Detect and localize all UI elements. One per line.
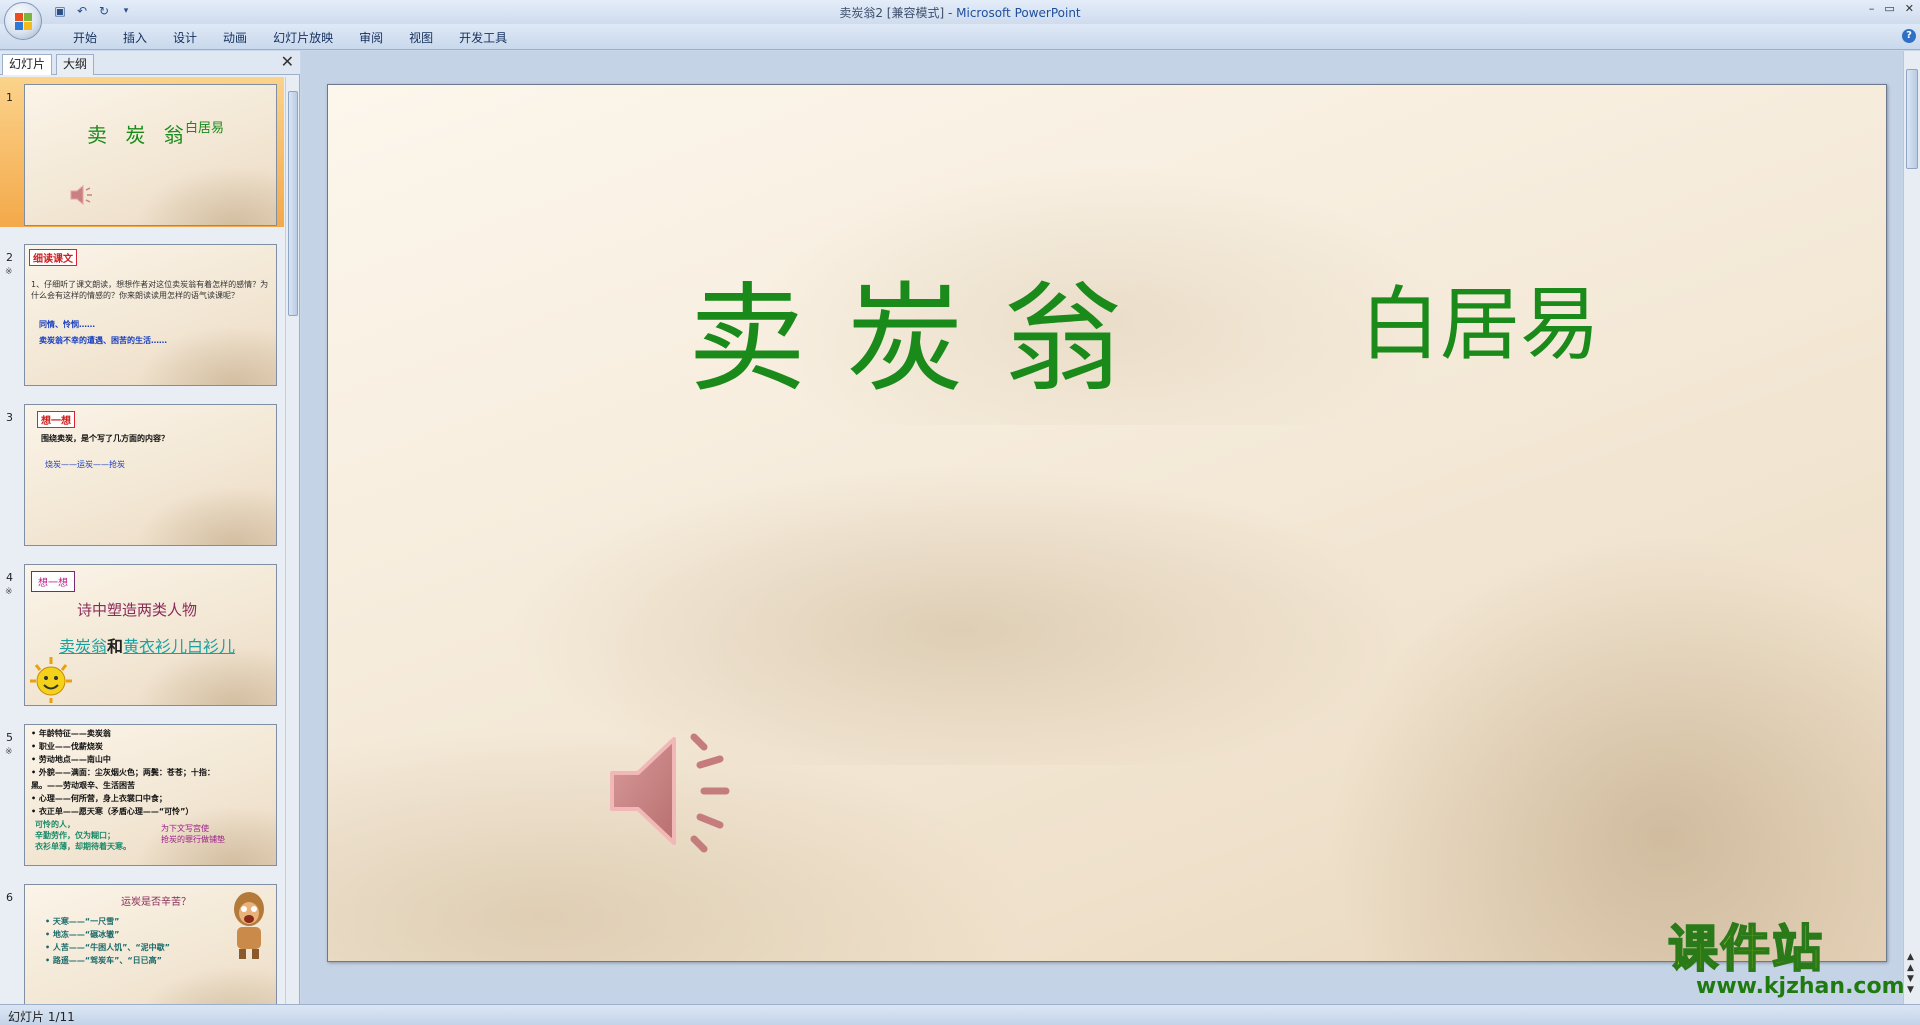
thumb-purple-text: 为下文写宫使 抢炭的罪行做铺垫	[161, 824, 225, 844]
window-controls: – ▭ ✕	[1869, 2, 1914, 15]
thumbnail-row-4[interactable]: 4 ※ 想一想 诗中塑造两类人物 卖炭翁和黄衣衫儿白衫儿	[0, 557, 284, 707]
slide-thumbnail-5[interactable]: • 年龄特征——卖炭翁 • 职业——伐薪烧炭 • 劳动地点——南山中 • 外貌—…	[24, 724, 277, 866]
tab-design[interactable]: 设计	[160, 29, 210, 47]
animation-icon: ※	[5, 587, 13, 597]
slide-title[interactable]: 卖炭翁	[688, 280, 1162, 398]
slide-scrollbar[interactable]: ▲ ▲ ▼ ▼	[1903, 51, 1920, 1004]
tab-slides[interactable]: 幻灯片	[2, 54, 53, 75]
thumbnail-row-1[interactable]: 1 卖 炭 翁 白居易	[0, 77, 284, 227]
thumb-bullets: • 天寒——“一尺雪” • 地冻——“碾冰辙” • 人苦——“牛困人饥”、“泥中…	[45, 917, 170, 965]
watermark-text: 课件站	[1667, 920, 1824, 978]
slide-number: 4	[6, 571, 13, 584]
watermark-url: www.kjzhan.com	[1696, 974, 1905, 999]
ribbon-tab-bar: 开始 插入 设计 动画 幻灯片放映 审阅 视图 开发工具 ?	[0, 24, 1920, 50]
slide-thumbnail-2[interactable]: 细读课文 1、仔细听了课文朗读，想想作者对这位卖炭翁有着怎样的感情？为什么会有这…	[24, 244, 277, 386]
slide-number: 6	[6, 891, 13, 904]
panel-tab-bar: 幻灯片 大纲 ✕	[0, 51, 300, 75]
thumb-body: 诗中塑造两类人物	[77, 601, 198, 619]
animation-icon: ※	[5, 747, 13, 757]
slide-thumbnail-6[interactable]: 运炭是否辛苦？ • 天寒——“一尺雪” • 地冻——“碾冰辙” • 人苦——“牛…	[24, 884, 277, 1004]
office-button[interactable]	[4, 2, 42, 40]
slide-editor: 卖炭翁 白居易	[301, 51, 1903, 1004]
thumb-line: 卖炭翁和黄衣衫儿白衫儿	[59, 637, 236, 656]
animation-icon: ※	[5, 267, 13, 277]
thumb-label: 想一想	[31, 571, 75, 592]
thumbnail-scrollbar[interactable]	[285, 77, 299, 1004]
slide-number: 5	[6, 731, 13, 744]
window-title: 卖炭翁2 [兼容模式] - Microsoft PowerPoint	[839, 6, 1081, 20]
thumb-author: 白居易	[185, 121, 225, 136]
scroll-thumb[interactable]	[288, 91, 298, 316]
thumb-line: 烧炭——运炭——抢炭	[45, 460, 125, 469]
slide-number: 2	[6, 251, 13, 264]
speaker-icon[interactable]	[608, 725, 748, 855]
tab-outline[interactable]: 大纲	[56, 54, 95, 75]
minimize-button[interactable]: –	[1869, 2, 1875, 15]
watermark-logo: 课件站 www.kjzhan.com	[1667, 920, 1908, 1004]
office-logo-icon	[15, 13, 33, 31]
thumbnail-list: 1 卖 炭 翁 白居易 2 ※ 细读课文 1、仔细听了课文朗读，想想作者对这位卖…	[0, 77, 284, 1004]
thumb-label: 想一想	[37, 411, 75, 428]
thumb-label: 细读课文	[29, 249, 77, 266]
scroll-thumb[interactable]	[1906, 69, 1918, 169]
slide-number: 1	[6, 91, 13, 104]
tab-review[interactable]: 审阅	[346, 29, 396, 47]
thumb-line: 卖炭翁不幸的遭遇、困苦的生活……	[39, 336, 167, 345]
help-icon[interactable]: ?	[1902, 29, 1916, 43]
tab-insert[interactable]: 插入	[110, 29, 160, 47]
thumb-green-text: 可怜的人， 辛勤劳作，仅为糊口； 衣衫单薄，却期待着天寒。	[35, 820, 131, 851]
thumb-title: 卖 炭 翁	[87, 123, 190, 147]
slide-number: 3	[6, 411, 13, 424]
close-panel-icon[interactable]: ✕	[281, 54, 294, 70]
sun-icon	[30, 657, 72, 703]
thumbnail-row-3[interactable]: 3 想一想 围绕卖炭，是个写了几方面的内容？ 烧炭——运炭——抢炭	[0, 397, 284, 547]
thumb-body: 1、仔细听了课文朗读，想想作者对这位卖炭翁有着怎样的感情？为什么会有这样的情感的…	[31, 280, 269, 300]
thumbnail-row-6[interactable]: 6 运炭是否辛苦？ • 天寒——“一尺雪” • 地冻——“碾冰辙” • 人苦——…	[0, 877, 284, 1004]
close-button[interactable]: ✕	[1905, 2, 1914, 15]
tab-slideshow[interactable]: 幻灯片放映	[260, 29, 346, 47]
slide-thumbnail-3[interactable]: 想一想 围绕卖炭，是个写了几方面的内容？ 烧炭——运炭——抢炭	[24, 404, 277, 546]
speaker-icon	[70, 184, 92, 206]
tab-view[interactable]: 视图	[396, 29, 446, 47]
thumb-body: 围绕卖炭，是个写了几方面的内容？	[41, 434, 169, 443]
slide-thumbnail-1[interactable]: 卖 炭 翁 白居易	[24, 84, 277, 226]
slide-author[interactable]: 白居易	[1360, 285, 1600, 365]
slide-counter: 幻灯片 1/11	[8, 1010, 75, 1024]
slide-thumbnail-4[interactable]: 想一想 诗中塑造两类人物 卖炭翁和黄衣衫儿白衫儿	[24, 564, 277, 706]
title-bar: ▣ ↶ ↻ ▾ 卖炭翁2 [兼容模式] - Microsoft PowerPoi…	[0, 0, 1920, 24]
slide-canvas[interactable]: 卖炭翁 白居易	[327, 84, 1887, 962]
tab-developer[interactable]: 开发工具	[446, 29, 520, 47]
thumbnail-row-2[interactable]: 2 ※ 细读课文 1、仔细听了课文朗读，想想作者对这位卖炭翁有着怎样的感情？为什…	[0, 237, 284, 387]
thumb-bullets: • 年龄特征——卖炭翁 • 职业——伐薪烧炭 • 劳动地点——南山中 • 外貌—…	[31, 729, 215, 816]
thumb-line: 同情、怜悯……	[39, 320, 95, 329]
tab-home[interactable]: 开始	[60, 29, 110, 47]
prev-next-slide-arrows[interactable]: ▲ ▲ ▼ ▼	[1907, 952, 1914, 996]
slides-panel: 幻灯片 大纲 ✕ 1 卖 炭 翁 白居易 2 ※ 细读课文 1、仔细听了课文朗读…	[0, 51, 300, 1004]
restore-button[interactable]: ▭	[1884, 2, 1894, 15]
cartoon-figure-icon	[234, 892, 264, 959]
tab-animations[interactable]: 动画	[210, 29, 260, 47]
thumbnail-row-5[interactable]: 5 ※ • 年龄特征——卖炭翁 • 职业——伐薪烧炭 • 劳动地点——南山中 •…	[0, 717, 284, 867]
status-bar: 幻灯片 1/11	[0, 1004, 1920, 1025]
thumb-title: 运炭是否辛苦？	[121, 897, 191, 908]
